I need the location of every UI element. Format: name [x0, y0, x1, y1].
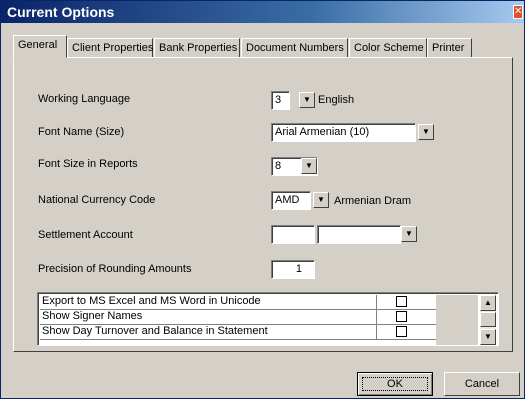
tab-printer[interactable]: Printer — [427, 38, 472, 57]
list-scrollbar[interactable]: ▲ ▼ — [480, 295, 496, 345]
option-label: Show Signer Names — [42, 310, 143, 322]
scroll-thumb[interactable] — [480, 312, 496, 327]
option-checkbox[interactable] — [396, 326, 407, 337]
ok-button[interactable]: OK — [357, 372, 433, 396]
option-checkbox[interactable] — [396, 311, 407, 322]
cancel-button[interactable]: Cancel — [444, 372, 520, 396]
tab-document-numbers[interactable]: Document Numbers — [241, 38, 348, 57]
close-icon[interactable]: ✕ — [513, 5, 523, 19]
currency-code-label: National Currency Code — [38, 194, 156, 206]
list-item[interactable]: Show Day Turnover and Balance in Stateme… — [40, 325, 478, 340]
font-size-reports-label: Font Size in Reports — [38, 158, 138, 170]
cancel-button-label: Cancel — [464, 378, 500, 390]
working-language-label: Working Language — [38, 93, 131, 105]
chevron-down-icon[interactable]: ▼ — [401, 226, 417, 242]
currency-code-field[interactable]: AMD — [271, 191, 311, 210]
font-name-field[interactable]: Arial Armenian (10) — [271, 123, 416, 142]
currency-name-text: Armenian Dram — [334, 195, 412, 207]
list-item[interactable]: Export to MS Excel and MS Word in Unicod… — [40, 295, 478, 310]
rounding-precision-label: Precision of Rounding Amounts — [38, 263, 192, 275]
working-language-text: English — [318, 94, 355, 106]
option-check-cell — [376, 325, 436, 339]
options-dialog: Current Options ✕ General Client Propert… — [0, 0, 525, 399]
tab-color-scheme[interactable]: Color Scheme — [349, 38, 427, 57]
settlement-account-field-2[interactable] — [317, 225, 401, 244]
tab-client-properties[interactable]: Client Properties — [67, 38, 153, 57]
tab-bank-properties[interactable]: Bank Properties — [154, 38, 240, 57]
settlement-account-label: Settlement Account — [38, 229, 133, 241]
option-check-cell — [376, 310, 436, 324]
window-title: Current Options — [7, 4, 115, 20]
chevron-down-icon[interactable]: ▼ — [418, 124, 434, 140]
working-language-field[interactable]: 3 — [271, 91, 290, 110]
chevron-down-icon[interactable]: ▼ — [313, 192, 329, 208]
list-item[interactable]: Show Signer Names — [40, 310, 478, 325]
list-filler — [436, 295, 478, 345]
rounding-precision-field[interactable]: 1 — [271, 260, 315, 279]
title-bar[interactable]: Current Options ✕ — [1, 1, 524, 23]
option-checkbox[interactable] — [396, 296, 407, 307]
tab-general[interactable]: General — [13, 35, 67, 58]
focus-rect — [362, 377, 428, 391]
font-name-label: Font Name (Size) — [38, 126, 125, 138]
chevron-down-icon[interactable]: ▼ — [301, 158, 317, 174]
settlement-account-field-1[interactable] — [271, 225, 315, 244]
chevron-down-icon[interactable]: ▼ — [299, 92, 315, 108]
option-check-cell — [376, 295, 436, 309]
option-label: Export to MS Excel and MS Word in Unicod… — [42, 295, 261, 307]
arrow-down-icon[interactable]: ▼ — [480, 329, 496, 345]
arrow-up-icon[interactable]: ▲ — [480, 295, 496, 311]
option-label: Show Day Turnover and Balance in Stateme… — [42, 325, 268, 337]
options-list: Export to MS Excel and MS Word in Unicod… — [37, 292, 499, 346]
